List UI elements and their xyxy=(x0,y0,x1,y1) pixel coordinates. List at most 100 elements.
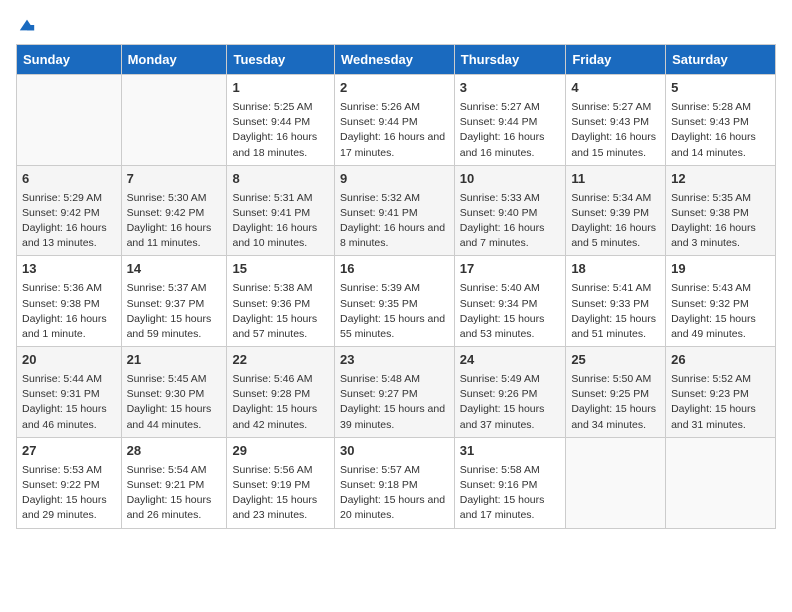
day-info: Sunrise: 5:58 AMSunset: 9:16 PMDaylight:… xyxy=(460,463,561,524)
calendar-cell: 1 Sunrise: 5:25 AMSunset: 9:44 PMDaylight… xyxy=(227,75,335,166)
logo-icon xyxy=(18,16,36,34)
day-number: 19 xyxy=(671,260,770,279)
col-header-sunday: Sunday xyxy=(17,45,122,75)
day-info: Sunrise: 5:45 AMSunset: 9:30 PMDaylight:… xyxy=(127,372,222,433)
calendar-cell: 3 Sunrise: 5:27 AMSunset: 9:44 PMDaylight… xyxy=(454,75,566,166)
day-info: Sunrise: 5:50 AMSunset: 9:25 PMDaylight:… xyxy=(571,372,660,433)
calendar-cell: 23 Sunrise: 5:48 AMSunset: 9:27 PMDayligh… xyxy=(334,347,454,438)
day-number: 25 xyxy=(571,351,660,370)
day-info: Sunrise: 5:53 AMSunset: 9:22 PMDaylight:… xyxy=(22,463,116,524)
calendar-cell: 29 Sunrise: 5:56 AMSunset: 9:19 PMDayligh… xyxy=(227,437,335,528)
day-number: 18 xyxy=(571,260,660,279)
calendar-cell: 27 Sunrise: 5:53 AMSunset: 9:22 PMDayligh… xyxy=(17,437,122,528)
calendar-cell: 25 Sunrise: 5:50 AMSunset: 9:25 PMDayligh… xyxy=(566,347,666,438)
day-info: Sunrise: 5:30 AMSunset: 9:42 PMDaylight:… xyxy=(127,191,222,252)
calendar-cell: 18 Sunrise: 5:41 AMSunset: 9:33 PMDayligh… xyxy=(566,256,666,347)
day-number: 24 xyxy=(460,351,561,370)
calendar-cell: 22Sunrise: 5:46 AMSunset: 9:28 PMDayligh… xyxy=(227,347,335,438)
calendar-cell: 10Sunrise: 5:33 AMSunset: 9:40 PMDayligh… xyxy=(454,165,566,256)
day-number: 23 xyxy=(340,351,449,370)
calendar-cell xyxy=(17,75,122,166)
calendar-cell: 4Sunrise: 5:27 AMSunset: 9:43 PMDaylight… xyxy=(566,75,666,166)
calendar-cell: 5 Sunrise: 5:28 AMSunset: 9:43 PMDaylight… xyxy=(666,75,776,166)
col-header-tuesday: Tuesday xyxy=(227,45,335,75)
day-info: Sunrise: 5:44 AMSunset: 9:31 PMDaylight:… xyxy=(22,372,116,433)
calendar-cell: 14 Sunrise: 5:37 AMSunset: 9:37 PMDayligh… xyxy=(121,256,227,347)
calendar-cell: 7Sunrise: 5:30 AMSunset: 9:42 PMDaylight… xyxy=(121,165,227,256)
day-number: 20 xyxy=(22,351,116,370)
day-number: 15 xyxy=(232,260,329,279)
day-info: Sunrise: 5:27 AMSunset: 9:43 PMDaylight:… xyxy=(571,100,660,161)
calendar-cell: 9Sunrise: 5:32 AMSunset: 9:41 PMDaylight… xyxy=(334,165,454,256)
day-info: Sunrise: 5:57 AMSunset: 9:18 PMDaylight:… xyxy=(340,463,449,524)
logo xyxy=(16,16,36,34)
calendar-cell: 2Sunrise: 5:26 AMSunset: 9:44 PMDaylight… xyxy=(334,75,454,166)
day-info: Sunrise: 5:56 AMSunset: 9:19 PMDaylight:… xyxy=(232,463,329,524)
day-number: 21 xyxy=(127,351,222,370)
calendar-cell: 19 Sunrise: 5:43 AMSunset: 9:32 PMDayligh… xyxy=(666,256,776,347)
day-info: Sunrise: 5:41 AMSunset: 9:33 PMDaylight:… xyxy=(571,281,660,342)
calendar-table: SundayMondayTuesdayWednesdayThursdayFrid… xyxy=(16,44,776,529)
calendar-week-row: 27 Sunrise: 5:53 AMSunset: 9:22 PMDayligh… xyxy=(17,437,776,528)
day-number: 26 xyxy=(671,351,770,370)
calendar-cell: 15 Sunrise: 5:38 AMSunset: 9:36 PMDayligh… xyxy=(227,256,335,347)
day-number: 31 xyxy=(460,442,561,461)
calendar-week-row: 1 Sunrise: 5:25 AMSunset: 9:44 PMDaylight… xyxy=(17,75,776,166)
calendar-cell: 24 Sunrise: 5:49 AMSunset: 9:26 PMDayligh… xyxy=(454,347,566,438)
day-number: 1 xyxy=(232,79,329,98)
calendar-week-row: 13 Sunrise: 5:36 AMSunset: 9:38 PMDayligh… xyxy=(17,256,776,347)
day-info: Sunrise: 5:40 AMSunset: 9:34 PMDaylight:… xyxy=(460,281,561,342)
calendar-cell: 6 Sunrise: 5:29 AMSunset: 9:42 PMDaylight… xyxy=(17,165,122,256)
day-info: Sunrise: 5:35 AMSunset: 9:38 PMDaylight:… xyxy=(671,191,770,252)
calendar-week-row: 6 Sunrise: 5:29 AMSunset: 9:42 PMDaylight… xyxy=(17,165,776,256)
day-number: 22 xyxy=(232,351,329,370)
calendar-cell: 31 Sunrise: 5:58 AMSunset: 9:16 PMDayligh… xyxy=(454,437,566,528)
page-header xyxy=(16,16,776,34)
day-info: Sunrise: 5:28 AMSunset: 9:43 PMDaylight:… xyxy=(671,100,770,161)
day-number: 28 xyxy=(127,442,222,461)
day-info: Sunrise: 5:29 AMSunset: 9:42 PMDaylight:… xyxy=(22,191,116,252)
day-number: 2 xyxy=(340,79,449,98)
calendar-cell: 11 Sunrise: 5:34 AMSunset: 9:39 PMDayligh… xyxy=(566,165,666,256)
day-number: 3 xyxy=(460,79,561,98)
day-number: 29 xyxy=(232,442,329,461)
day-info: Sunrise: 5:33 AMSunset: 9:40 PMDaylight:… xyxy=(460,191,561,252)
calendar-cell: 21 Sunrise: 5:45 AMSunset: 9:30 PMDayligh… xyxy=(121,347,227,438)
day-number: 6 xyxy=(22,170,116,189)
calendar-cell: 13 Sunrise: 5:36 AMSunset: 9:38 PMDayligh… xyxy=(17,256,122,347)
calendar-cell: 30Sunrise: 5:57 AMSunset: 9:18 PMDayligh… xyxy=(334,437,454,528)
day-number: 12 xyxy=(671,170,770,189)
day-info: Sunrise: 5:36 AMSunset: 9:38 PMDaylight:… xyxy=(22,281,116,342)
day-info: Sunrise: 5:49 AMSunset: 9:26 PMDaylight:… xyxy=(460,372,561,433)
day-number: 14 xyxy=(127,260,222,279)
day-number: 17 xyxy=(460,260,561,279)
day-info: Sunrise: 5:39 AMSunset: 9:35 PMDaylight:… xyxy=(340,281,449,342)
day-info: Sunrise: 5:48 AMSunset: 9:27 PMDaylight:… xyxy=(340,372,449,433)
calendar-cell xyxy=(666,437,776,528)
calendar-cell: 16 Sunrise: 5:39 AMSunset: 9:35 PMDayligh… xyxy=(334,256,454,347)
day-info: Sunrise: 5:32 AMSunset: 9:41 PMDaylight:… xyxy=(340,191,449,252)
day-info: Sunrise: 5:34 AMSunset: 9:39 PMDaylight:… xyxy=(571,191,660,252)
day-info: Sunrise: 5:31 AMSunset: 9:41 PMDaylight:… xyxy=(232,191,329,252)
calendar-header-row: SundayMondayTuesdayWednesdayThursdayFrid… xyxy=(17,45,776,75)
day-info: Sunrise: 5:52 AMSunset: 9:23 PMDaylight:… xyxy=(671,372,770,433)
day-number: 8 xyxy=(232,170,329,189)
day-number: 13 xyxy=(22,260,116,279)
day-info: Sunrise: 5:38 AMSunset: 9:36 PMDaylight:… xyxy=(232,281,329,342)
calendar-cell: 28Sunrise: 5:54 AMSunset: 9:21 PMDayligh… xyxy=(121,437,227,528)
calendar-cell: 20 Sunrise: 5:44 AMSunset: 9:31 PMDayligh… xyxy=(17,347,122,438)
day-number: 16 xyxy=(340,260,449,279)
day-number: 5 xyxy=(671,79,770,98)
calendar-week-row: 20 Sunrise: 5:44 AMSunset: 9:31 PMDayligh… xyxy=(17,347,776,438)
calendar-cell xyxy=(566,437,666,528)
day-number: 27 xyxy=(22,442,116,461)
col-header-friday: Friday xyxy=(566,45,666,75)
calendar-cell: 12 Sunrise: 5:35 AMSunset: 9:38 PMDayligh… xyxy=(666,165,776,256)
day-number: 11 xyxy=(571,170,660,189)
day-info: Sunrise: 5:27 AMSunset: 9:44 PMDaylight:… xyxy=(460,100,561,161)
day-info: Sunrise: 5:37 AMSunset: 9:37 PMDaylight:… xyxy=(127,281,222,342)
calendar-cell: 17 Sunrise: 5:40 AMSunset: 9:34 PMDayligh… xyxy=(454,256,566,347)
col-header-monday: Monday xyxy=(121,45,227,75)
day-info: Sunrise: 5:43 AMSunset: 9:32 PMDaylight:… xyxy=(671,281,770,342)
day-info: Sunrise: 5:25 AMSunset: 9:44 PMDaylight:… xyxy=(232,100,329,161)
